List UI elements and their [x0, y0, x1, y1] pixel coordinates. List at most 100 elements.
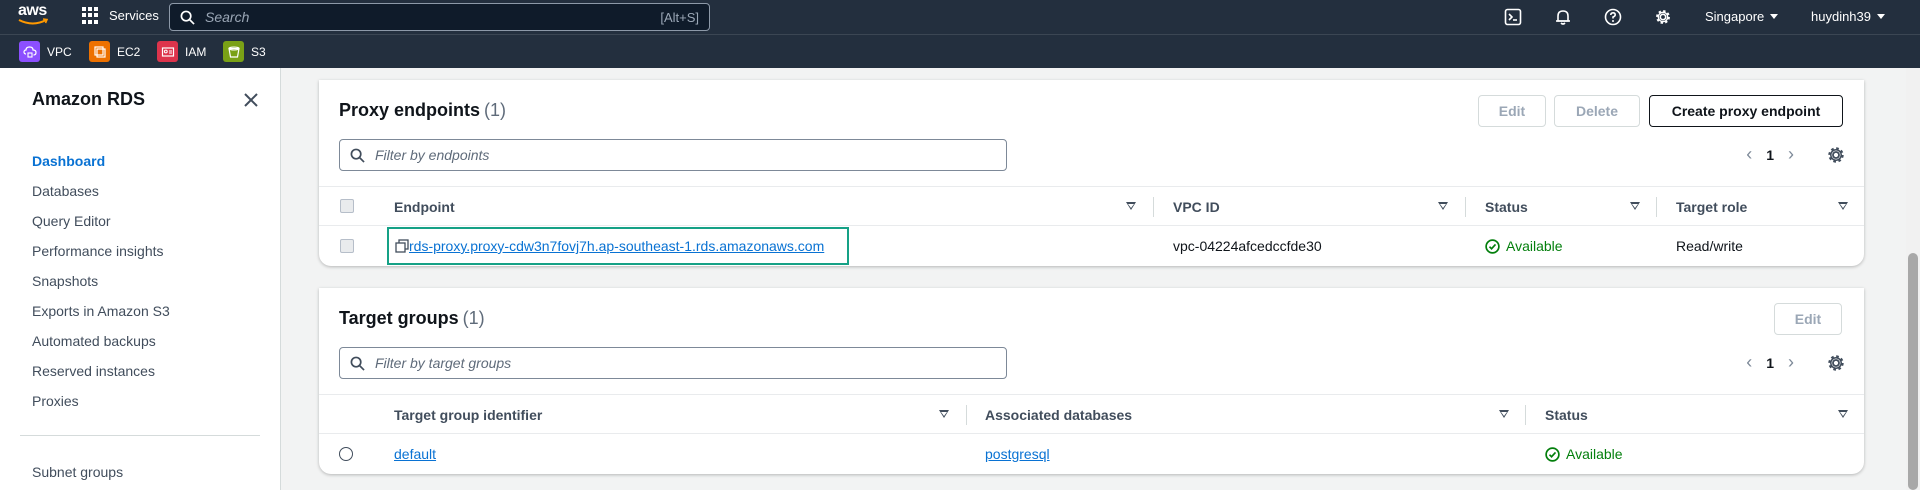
filter-endpoints-input[interactable]	[365, 147, 1006, 163]
notifications-bell-icon[interactable]	[1554, 8, 1572, 26]
help-icon[interactable]	[1604, 8, 1622, 26]
proxy-endpoints-heading: Proxy endpoints (1)	[339, 100, 506, 121]
favorite-ec2[interactable]: EC2	[89, 41, 140, 62]
column-header-target-role[interactable]: Target role	[1676, 199, 1747, 215]
column-separator[interactable]	[966, 405, 967, 425]
sort-caret-icon[interactable]	[1630, 202, 1640, 210]
row-select-radio[interactable]	[339, 447, 353, 461]
column-header-status[interactable]: Status	[1545, 407, 1588, 423]
row-select-checkbox[interactable]	[340, 239, 354, 253]
settings-gear-icon[interactable]	[1654, 8, 1672, 26]
target-group-identifier-link[interactable]: default	[394, 446, 436, 462]
sort-caret-icon[interactable]	[939, 410, 949, 418]
table-row[interactable]: rds-proxy.proxy-cdw3n7fovj7h.ap-southeas…	[319, 226, 1864, 266]
sort-caret-icon[interactable]	[1499, 410, 1509, 418]
endpoint-link[interactable]: rds-proxy.proxy-cdw3n7fovj7h.ap-southeas…	[409, 238, 824, 254]
favorite-s3[interactable]: S3	[223, 41, 266, 62]
account-menu[interactable]: huydinh39	[1811, 9, 1885, 24]
panel-count: (1)	[484, 100, 507, 120]
pagination: ‹ 1 ›	[1746, 144, 1794, 165]
filter-target-groups-field[interactable]	[339, 347, 1007, 379]
sidebar-item-query-editor[interactable]: Query Editor	[32, 213, 111, 229]
target-groups-heading: Target groups (1)	[339, 308, 485, 329]
column-header-vpc-id[interactable]: VPC ID	[1173, 199, 1220, 215]
associated-database-link[interactable]: postgresql	[985, 446, 1050, 462]
table-preferences-gear-icon[interactable]	[1826, 145, 1846, 165]
ec2-service-icon	[89, 41, 110, 62]
edit-proxy-endpoint-button[interactable]: Edit	[1478, 95, 1546, 127]
side-navigation: Amazon RDS Dashboard Databases Query Edi…	[0, 68, 281, 490]
services-menu-button[interactable]: Services	[82, 7, 159, 24]
search-input[interactable]	[195, 9, 661, 25]
target-role-cell: Read/write	[1676, 238, 1743, 254]
sidebar-item-automated-backups[interactable]: Automated backups	[32, 333, 156, 349]
search-icon	[350, 356, 365, 371]
column-separator[interactable]	[1525, 405, 1526, 425]
panel-title-text: Proxy endpoints	[339, 100, 481, 120]
column-separator[interactable]	[1656, 197, 1657, 217]
prev-page-icon[interactable]: ‹	[1746, 144, 1752, 165]
sidebar-title: Amazon RDS	[32, 89, 146, 109]
status-cell: Available	[1485, 238, 1563, 254]
favorite-vpc[interactable]: VPC	[19, 41, 72, 62]
create-proxy-endpoint-button[interactable]: Create proxy endpoint	[1649, 95, 1843, 127]
favorite-iam[interactable]: IAM	[157, 41, 206, 62]
sidebar-item-dashboard[interactable]: Dashboard	[32, 153, 105, 169]
sort-caret-icon[interactable]	[1838, 410, 1848, 418]
aws-smile-icon	[18, 18, 48, 25]
proxy-endpoints-table-header: Endpoint VPC ID Status Target role	[319, 186, 1864, 226]
sidebar-item-snapshots[interactable]: Snapshots	[32, 273, 98, 289]
services-grid-icon	[82, 7, 99, 24]
page-scrollbar-thumb[interactable]	[1908, 253, 1918, 490]
current-page[interactable]: 1	[1766, 355, 1774, 371]
sidebar-item-proxies[interactable]: Proxies	[32, 393, 79, 409]
favorites-bar: VPC EC2 IAM S3	[0, 34, 1920, 68]
copy-icon[interactable]	[395, 239, 409, 253]
aws-logo[interactable]: aws	[18, 2, 52, 30]
column-header-endpoint[interactable]: Endpoint	[394, 199, 455, 215]
column-header-status[interactable]: Status	[1485, 199, 1528, 215]
cloudshell-icon[interactable]	[1504, 8, 1522, 26]
region-label: Singapore	[1705, 9, 1765, 24]
sort-caret-icon[interactable]	[1438, 202, 1448, 210]
select-all-checkbox[interactable]	[340, 199, 354, 213]
sidebar-item-exports-s3[interactable]: Exports in Amazon S3	[32, 303, 170, 319]
pagination: ‹ 1 ›	[1746, 352, 1794, 373]
filter-endpoints-field[interactable]	[339, 139, 1007, 171]
column-header-target-group-identifier[interactable]: Target group identifier	[394, 407, 542, 423]
panel-count: (1)	[462, 308, 485, 328]
s3-service-icon	[223, 41, 244, 62]
search-icon	[180, 10, 195, 25]
column-separator[interactable]	[1465, 197, 1466, 217]
next-page-icon[interactable]: ›	[1788, 144, 1794, 165]
status-text: Available	[1506, 238, 1563, 254]
table-row[interactable]: default postgresql Available	[319, 434, 1864, 474]
sidebar-item-databases[interactable]: Databases	[32, 183, 99, 199]
filter-target-groups-input[interactable]	[365, 355, 1006, 371]
delete-proxy-endpoint-button[interactable]: Delete	[1554, 95, 1640, 127]
sort-caret-icon[interactable]	[1126, 202, 1136, 210]
current-page[interactable]: 1	[1766, 147, 1774, 163]
prev-page-icon[interactable]: ‹	[1746, 352, 1752, 373]
column-separator[interactable]	[1153, 197, 1154, 217]
target-groups-table-header: Target group identifier Associated datab…	[319, 394, 1864, 434]
region-selector[interactable]: Singapore	[1705, 9, 1779, 24]
global-search[interactable]: [Alt+S]	[169, 3, 710, 31]
sidebar-item-performance-insights[interactable]: Performance insights	[32, 243, 164, 259]
status-cell: Available	[1545, 446, 1623, 462]
favorite-label: IAM	[185, 44, 207, 59]
sidebar-item-subnet-groups[interactable]: Subnet groups	[32, 464, 123, 480]
status-text: Available	[1566, 446, 1623, 462]
search-shortcut-hint: [Alt+S]	[660, 9, 699, 25]
sort-caret-icon[interactable]	[1838, 202, 1848, 210]
column-header-associated-databases[interactable]: Associated databases	[985, 407, 1132, 423]
close-icon[interactable]	[242, 91, 260, 109]
table-preferences-gear-icon[interactable]	[1826, 353, 1846, 373]
status-available-icon	[1485, 238, 1500, 254]
endpoint-cell[interactable]: rds-proxy.proxy-cdw3n7fovj7h.ap-southeas…	[395, 238, 824, 254]
sidebar-item-reserved-instances[interactable]: Reserved instances	[32, 363, 155, 379]
iam-service-icon	[157, 41, 178, 62]
next-page-icon[interactable]: ›	[1788, 352, 1794, 373]
aws-logo-text: aws	[18, 2, 47, 19]
edit-target-group-button[interactable]: Edit	[1774, 303, 1842, 335]
